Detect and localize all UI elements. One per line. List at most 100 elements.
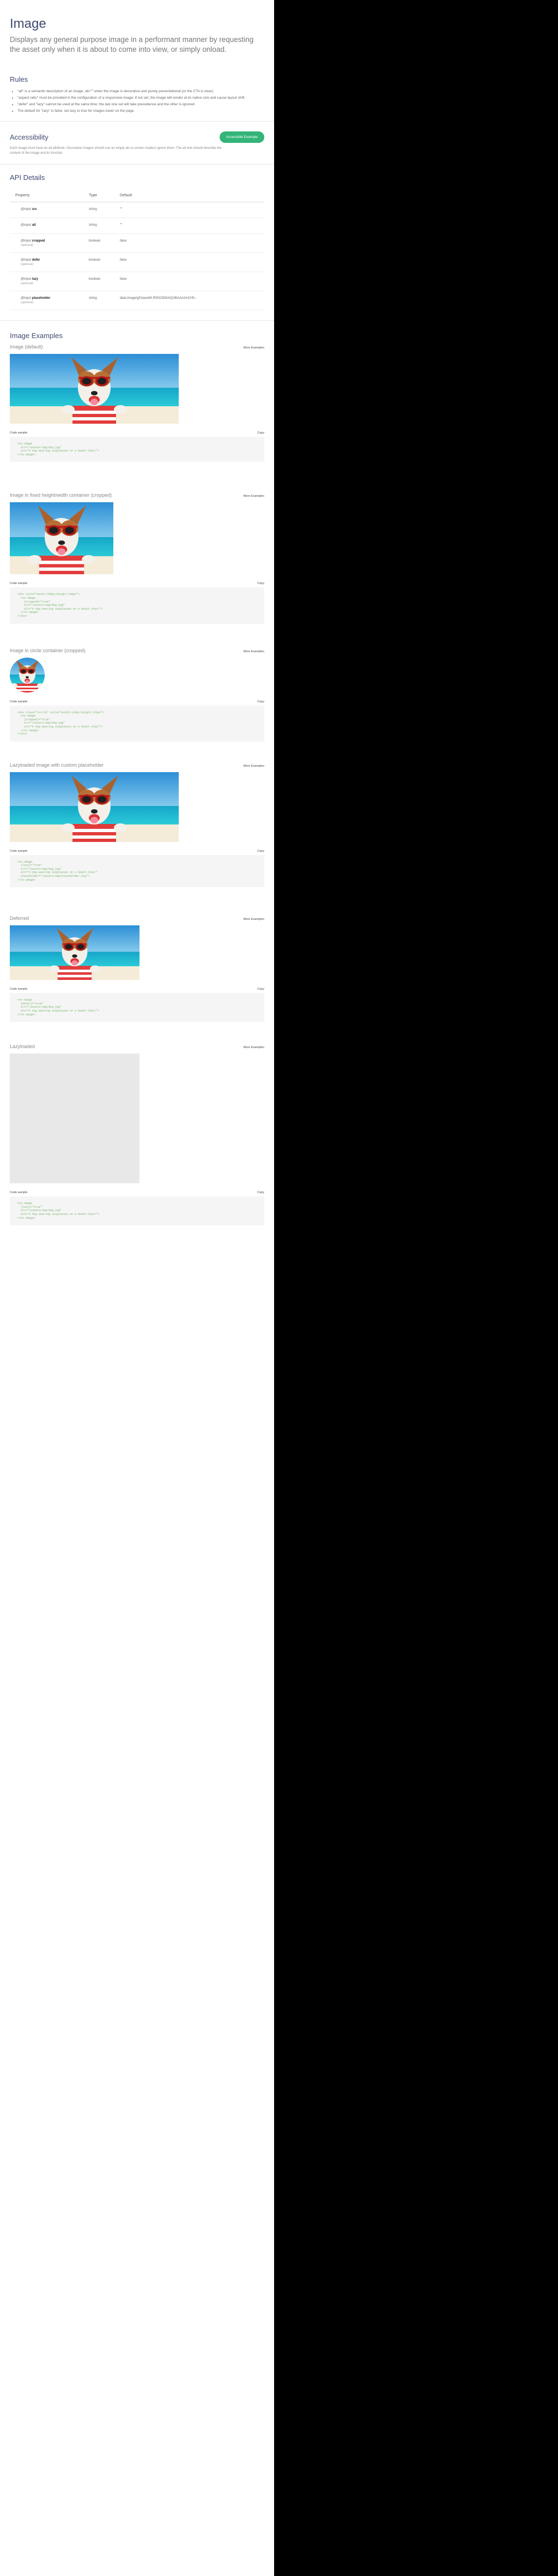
column-header: Type <box>83 189 114 202</box>
example-header: Image (default) More Examples <box>10 344 264 350</box>
type-cell: boolean <box>83 252 114 272</box>
api-table: Property Type Default @input src string ""… <box>10 189 264 310</box>
column-header: Default <box>114 189 264 202</box>
example-header: Image in circle container (cropped) More … <box>10 648 264 653</box>
code-sample: <nx-image [defer]="true" src="/assets/im… <box>10 993 264 1022</box>
property-prefix: @input <box>21 224 32 227</box>
divider <box>0 164 274 165</box>
api-row: @input src string "" <box>10 202 264 218</box>
page-title: Image <box>10 16 46 31</box>
property-name: lazy <box>32 278 39 281</box>
property-cell: @input src <box>10 202 83 218</box>
api-row: @input defer (optional) boolean false <box>10 252 264 272</box>
property-cell: @input defer (optional) <box>10 252 83 272</box>
accessibility-text: Each image must have an alt attribute. D… <box>10 147 222 155</box>
property-cell: @input alt <box>10 218 83 234</box>
code-sample-label: Code sample <box>10 988 28 991</box>
example-image-cropped <box>10 502 113 575</box>
rule-item: "alt" is a semantic description of an im… <box>17 89 264 94</box>
rules-heading: Rules <box>10 75 28 83</box>
api-header-row: Property Type Default <box>10 189 264 202</box>
example-title: Image in fixed height/width container (c… <box>10 492 112 498</box>
divider <box>0 121 274 122</box>
property-prefix: @input <box>21 278 32 281</box>
more-examples-link[interactable]: More Examples <box>244 1046 264 1049</box>
page-intro: Displays any general purpose image in a … <box>10 35 254 53</box>
code-sample-header: Code sample Copy <box>10 850 264 853</box>
code-sample-header: Code sample Copy <box>10 988 264 991</box>
code-sample-label: Code sample <box>10 700 28 703</box>
example-image-circle <box>10 657 45 693</box>
example-title: Lazyloaded <box>10 1044 35 1050</box>
more-examples-link[interactable]: More Examples <box>244 765 264 768</box>
copy-button[interactable]: Copy <box>257 1191 264 1194</box>
code-sample-label: Code sample <box>10 849 28 853</box>
example-block: Lazyloaded More Examples Code sample Copy <n… <box>10 1044 264 1226</box>
example-block: Image in fixed height/width container (c… <box>10 492 264 624</box>
property-name: cropped <box>32 239 45 243</box>
code-sample-header: Code sample Copy <box>10 582 264 585</box>
default-cell: false <box>114 252 264 272</box>
property-optional: (optional) <box>21 301 33 304</box>
more-examples-link[interactable]: More Examples <box>244 650 264 653</box>
copy-button[interactable]: Copy <box>257 700 264 703</box>
property-prefix: @input <box>21 208 32 211</box>
column-header: Property <box>10 189 83 202</box>
property-name: src <box>32 208 37 211</box>
dog-photo <box>10 502 113 575</box>
example-header: Deferred More Examples <box>10 916 264 921</box>
more-examples-link[interactable]: More Examples <box>244 495 264 498</box>
type-cell: string <box>83 202 114 218</box>
example-image-deferred <box>10 925 140 980</box>
default-cell: data:image/gif;base64,R0lGODlhAQABAAAAAC… <box>114 291 264 310</box>
dog-photo <box>10 925 140 980</box>
example-header: Image in fixed height/width container (c… <box>10 492 264 498</box>
property-optional: (optional) <box>21 263 33 266</box>
default-cell: false <box>114 272 264 291</box>
default-cell: "" <box>114 202 264 218</box>
examples-section: Image Examples Image (default) More Examp… <box>10 332 264 1226</box>
example-block: Lazyloaded image with custom placeholder… <box>10 762 264 888</box>
accessible-example-button[interactable]: Accessible Example <box>219 131 264 143</box>
property-prefix: @input <box>21 239 32 243</box>
rules-section: Rules "alt" is a semantic description of… <box>10 75 264 113</box>
code-sample-header: Code sample Copy <box>10 1191 264 1194</box>
example-block: Image in circle container (cropped) More … <box>10 648 264 742</box>
property-optional: (optional) <box>21 244 33 247</box>
code-sample-label: Code sample <box>10 1191 28 1195</box>
type-cell: boolean <box>83 272 114 291</box>
copy-button[interactable]: Copy <box>257 582 264 585</box>
code-sample-header: Code sample Copy <box>10 431 264 435</box>
example-title: Image in circle container (cropped) <box>10 647 86 653</box>
type-cell: string <box>83 291 114 310</box>
property-name: placeholder <box>32 297 51 300</box>
code-sample-label: Code sample <box>10 582 28 586</box>
api-row: @input cropped (optional) boolean false <box>10 233 264 253</box>
api-heading: API Details <box>10 173 45 182</box>
copy-button[interactable]: Copy <box>257 850 264 853</box>
code-sample-header: Code sample Copy <box>10 700 264 703</box>
accessibility-section: Accessibility Accessible Example <box>10 131 264 143</box>
type-cell: string <box>83 218 114 234</box>
copy-button[interactable]: Copy <box>257 988 264 991</box>
more-examples-link[interactable]: More Examples <box>244 346 264 350</box>
rule-item: The default for "lazy" is false; set laz… <box>17 109 264 113</box>
default-cell: "" <box>114 218 264 234</box>
code-sample: <div style="width:320px;height:240px"> <… <box>10 587 264 624</box>
code-sample: <nx-image [lazy]="true" src="/assets/img… <box>10 854 264 888</box>
code-sample: <div class="circle" style="width:128px;h… <box>10 705 264 742</box>
property-optional: (optional) <box>21 282 33 285</box>
property-name: alt <box>32 224 36 227</box>
example-image-lazyloaded <box>10 1054 140 1184</box>
examples-heading: Image Examples <box>10 332 63 340</box>
accessibility-heading: Accessibility <box>10 133 48 141</box>
more-examples-link[interactable]: More Examples <box>244 918 264 921</box>
example-title: Image (default) <box>10 344 43 350</box>
dog-photo <box>10 772 179 842</box>
copy-button[interactable]: Copy <box>257 431 264 435</box>
example-block: Deferred More Examples Code sample Copy <nx-… <box>10 916 264 1022</box>
property-prefix: @input <box>21 258 32 262</box>
code-sample: <nx-image src="/assets/img/dog.jpg" alt=… <box>10 437 264 462</box>
dog-photo <box>10 657 45 693</box>
property-name: defer <box>32 258 40 262</box>
